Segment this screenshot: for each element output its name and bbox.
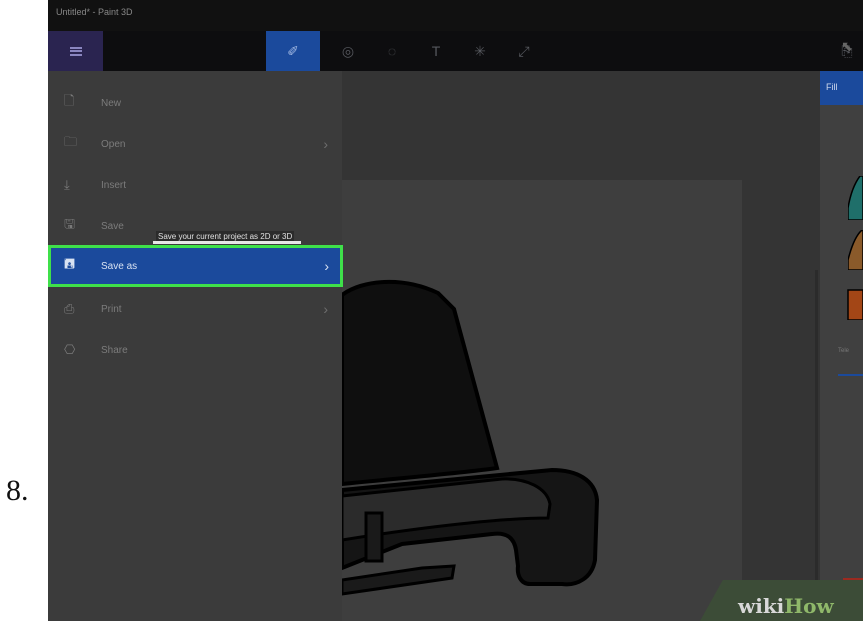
orange-material-swatch[interactable] [846,282,863,320]
right-panel: Fill [820,71,863,621]
step-number: 8. [6,474,29,507]
3d-shapes-tool[interactable]: ◎ [331,31,365,71]
panel-caption: Tele [838,348,850,354]
save-as-icon: 🖪 [64,256,76,271]
open-folder-icon: 🗀 [64,134,78,149]
brush-tool[interactable]: ✐ [266,31,320,71]
chair-drawing [342,279,600,596]
canvas-tool[interactable]: ⤢ [507,31,541,71]
share-icon: ⎔ [64,342,76,357]
toolbar: ✐ ◎ ◌ T ✳ ⤢ ⎘ [48,31,863,71]
effects-tool[interactable]: ✳ [463,31,497,71]
menu-item-label: Save as [101,260,138,272]
menu-item-open[interactable]: 🗀 Open › [48,126,342,162]
chevron-right-icon: › [324,258,329,274]
menu-item-label: Insert [101,179,127,191]
text-tool[interactable]: T [419,31,453,71]
file-menu-panel: 🗋 New 🗀 Open › ⤓ Insert 🖫 Save 🖪 Save as… [48,71,343,621]
fill-panel-header: Fill [820,71,863,105]
effects-icon: ✳ [474,42,486,59]
menu-item-label: New [101,97,122,109]
paint3d-app-window: Untitled* - Paint 3D ✐ ◎ ◌ T ✳ ⤢ ⎘ Fill … [48,0,863,621]
menu-item-save-as[interactable]: 🖪 Save as › [48,245,343,287]
canvas-icon: ⤢ [518,42,530,59]
stickers-tool[interactable]: ◌ [375,31,409,71]
hamburger-menu-icon [69,46,82,56]
save-disk-icon: 🖫 [64,216,76,231]
text-icon: T [431,43,441,59]
window-title: Untitled* - Paint 3D [56,7,133,17]
menu-item-label: Open [101,138,126,150]
new-file-icon: 🗋 [64,93,75,108]
menu-item-label: Print [101,303,122,315]
teal-material-swatch[interactable] [848,176,863,220]
menu-item-print[interactable]: ⎙ Print › [48,291,342,327]
vertical-scrollbar[interactable] [815,270,818,590]
stickers-icon: ◌ [387,43,397,59]
chevron-right-icon: › [323,301,328,317]
wikihow-logo: wikiHow [738,594,834,618]
brush-icon: ✐ [287,42,299,59]
menu-item-share[interactable]: ⎔ Share [48,332,342,368]
menu-item-label: Save [101,220,124,232]
chevron-right-icon: › [323,136,328,152]
title-bar: Untitled* - Paint 3D [48,0,863,31]
menu-item-label: Share [101,344,128,356]
menu-item-new[interactable]: 🗋 New [48,85,342,121]
brown-material-swatch[interactable] [848,230,863,270]
tooltip-underline [153,241,301,244]
hamburger-menu-button[interactable] [48,31,103,71]
3d-shapes-icon: ◎ [341,42,355,59]
print-icon: ⎙ [64,301,75,316]
menu-item-insert[interactable]: ⤓ Insert [48,167,342,203]
panel-tab-underline [838,374,863,376]
insert-download-icon: ⤓ [64,177,70,192]
select-cursor-icon[interactable]: ⬉ [841,38,853,55]
